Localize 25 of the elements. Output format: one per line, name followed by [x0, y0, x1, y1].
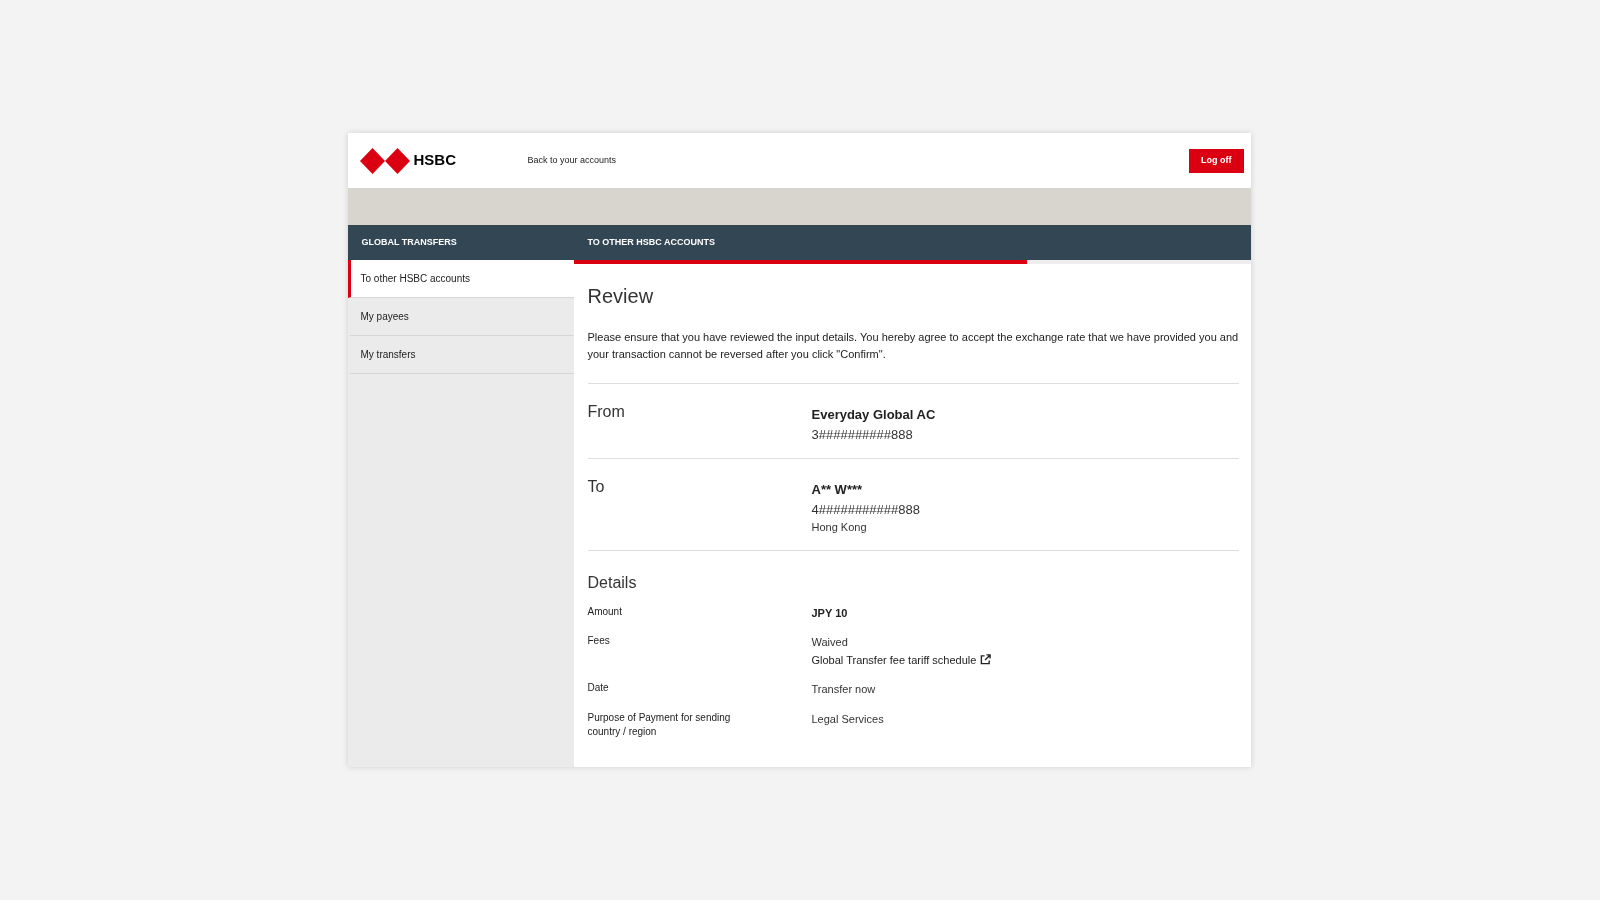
section-tab-bar: TO OTHER HSBC ACCOUNTS — [573, 225, 1251, 260]
detail-label: Amount — [587, 604, 623, 619]
section-label: From — [587, 402, 626, 422]
account-number: 4###########888 — [811, 500, 920, 519]
value-text: Everyday Global AC — [811, 406, 936, 424]
detail-label: Date — [587, 681, 610, 695]
account-number: 3##########888 — [811, 425, 914, 444]
intro-text: Please ensure that you have reviewed the input details. You hereby agree to accept the exchange rate that we have provided you and your transaction cannot be reversed after you click "Confirm". — [587, 329, 1239, 384]
value-text: Legal Services — [811, 711, 884, 727]
details-heading: Details — [587, 572, 638, 593]
value-text: Hong Kong — [811, 520, 868, 535]
logoff-button[interactable]: Log off — [1189, 148, 1244, 173]
sidebar-item[interactable]: To other HSBC accounts — [347, 260, 574, 298]
logo-text: HSBC — [413, 150, 456, 171]
detail-label: Fees — [587, 634, 611, 648]
section-label: To — [587, 477, 606, 497]
value-text: JPY 10 — [811, 605, 848, 621]
value-text: A** W*** — [811, 481, 864, 499]
detail-label: Purpose of Payment for sending country / region — [587, 710, 732, 739]
value-text: Waived — [811, 635, 849, 650]
sidebar-title: GLOBAL TRANSFERS — [347, 225, 574, 260]
back-link[interactable]: Back to your accounts — [527, 153, 617, 168]
tariff-link[interactable]: Global Transfer fee tariff schedule — [811, 651, 992, 668]
page-heading: Review — [587, 284, 655, 309]
value-text: Transfer now — [811, 682, 876, 697]
